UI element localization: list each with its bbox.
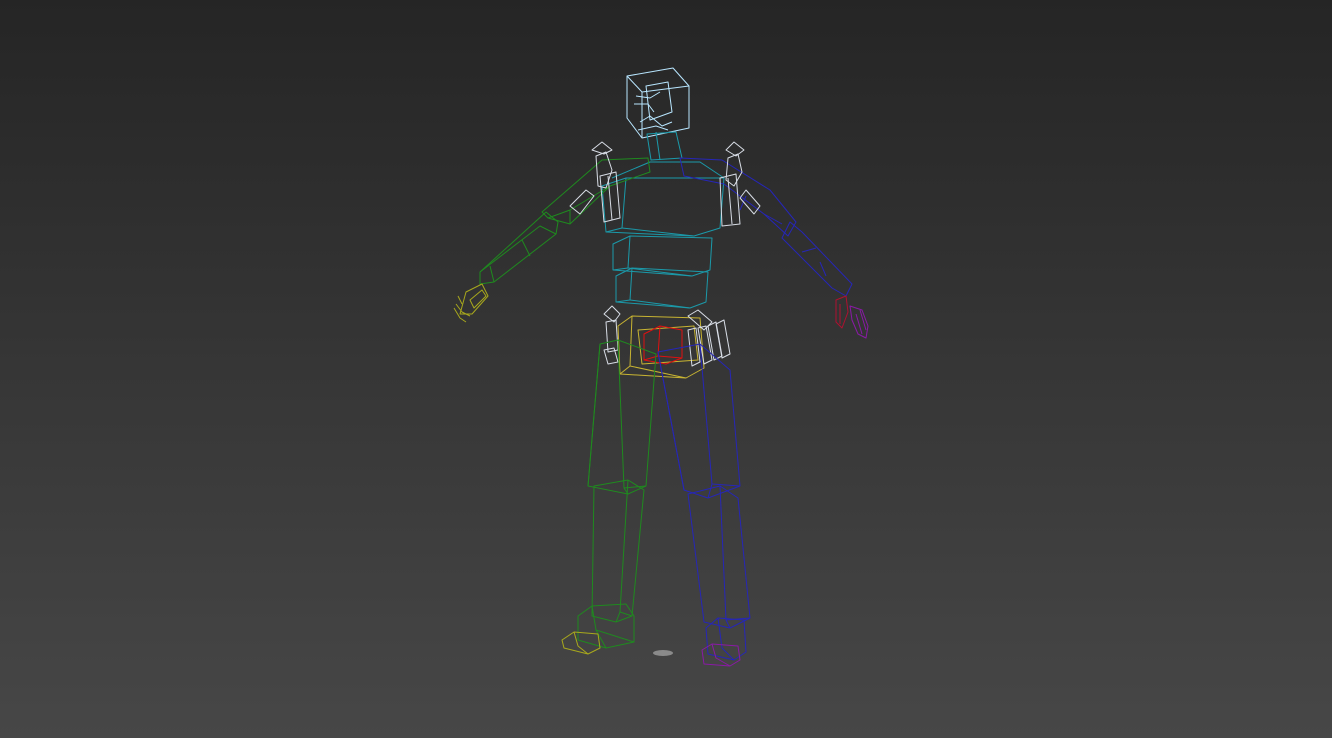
right-calf-bone[interactable]: [687, 485, 751, 629]
root-bone[interactable]: [643, 325, 683, 365]
ground-pivot-marker: [653, 650, 673, 656]
right-thigh-bone[interactable]: [657, 343, 741, 499]
left-toe-bone[interactable]: [561, 631, 601, 655]
left-forearm-bone[interactable]: [479, 211, 559, 285]
right-forearm-bone[interactable]: [781, 221, 853, 297]
left-calf-bone[interactable]: [591, 479, 645, 623]
left-thigh-bone[interactable]: [587, 339, 657, 495]
right-hand-bone[interactable]: [835, 295, 849, 329]
head-bone[interactable]: [626, 67, 690, 139]
left-hand-bone[interactable]: [453, 283, 489, 323]
left-foot-bone[interactable]: [577, 603, 635, 649]
left-hip-helper[interactable]: [603, 305, 621, 365]
character-rig-wireframe[interactable]: [0, 0, 1332, 738]
3d-viewport[interactable]: [0, 0, 1332, 738]
chest-bone[interactable]: [601, 161, 725, 237]
right-shoulder-helper[interactable]: [719, 141, 761, 227]
right-hand-fingers[interactable]: [849, 305, 869, 339]
left-upperarm-bone[interactable]: [541, 157, 651, 225]
right-hip-helper[interactable]: [687, 309, 731, 367]
